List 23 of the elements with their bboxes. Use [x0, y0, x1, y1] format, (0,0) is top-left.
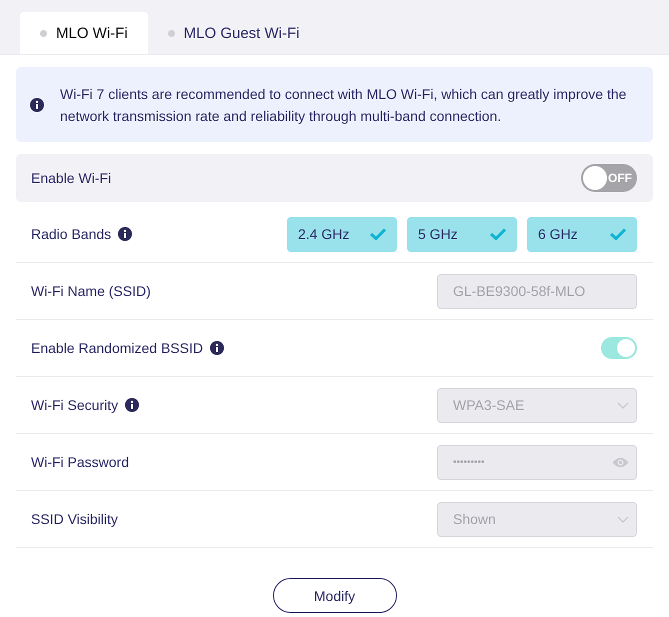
field-label: Wi-Fi Security	[31, 397, 118, 413]
field-label: Wi-Fi Name (SSID)	[31, 283, 151, 299]
info-icon[interactable]	[118, 227, 132, 241]
toggle-switch[interactable]	[601, 337, 637, 359]
check-icon	[610, 228, 626, 240]
band-chip[interactable]: 6 GHz	[527, 216, 637, 252]
band-chip[interactable]: 5 GHz	[407, 216, 517, 252]
tab[interactable]: MLO Wi-Fi	[20, 12, 148, 54]
info-icon[interactable]	[30, 98, 44, 112]
field-label: SSID Visibility	[31, 511, 118, 527]
check-icon	[370, 228, 386, 240]
chevron-down-icon	[617, 516, 629, 522]
field-label: Wi-Fi Password	[31, 454, 130, 470]
info-icon[interactable]	[210, 341, 224, 355]
field-label: Enable Wi-Fi	[31, 170, 112, 186]
band-chip[interactable]: 2.4 GHz	[287, 216, 397, 252]
modify-button[interactable]: Modify	[272, 578, 396, 613]
field-label: Radio Bands	[31, 226, 112, 242]
chevron-down-icon	[617, 402, 629, 408]
tab[interactable]: MLO Guest Wi-Fi	[148, 12, 320, 54]
notice-text: Wi-Fi 7 clients are recommended to connect with MLO Wi-Fi, which can greatly improve the network transmission rate and reliability through multi-band connection.	[60, 85, 628, 126]
field-label: Enable Randomized BSSID	[31, 340, 203, 356]
check-icon	[490, 228, 506, 240]
